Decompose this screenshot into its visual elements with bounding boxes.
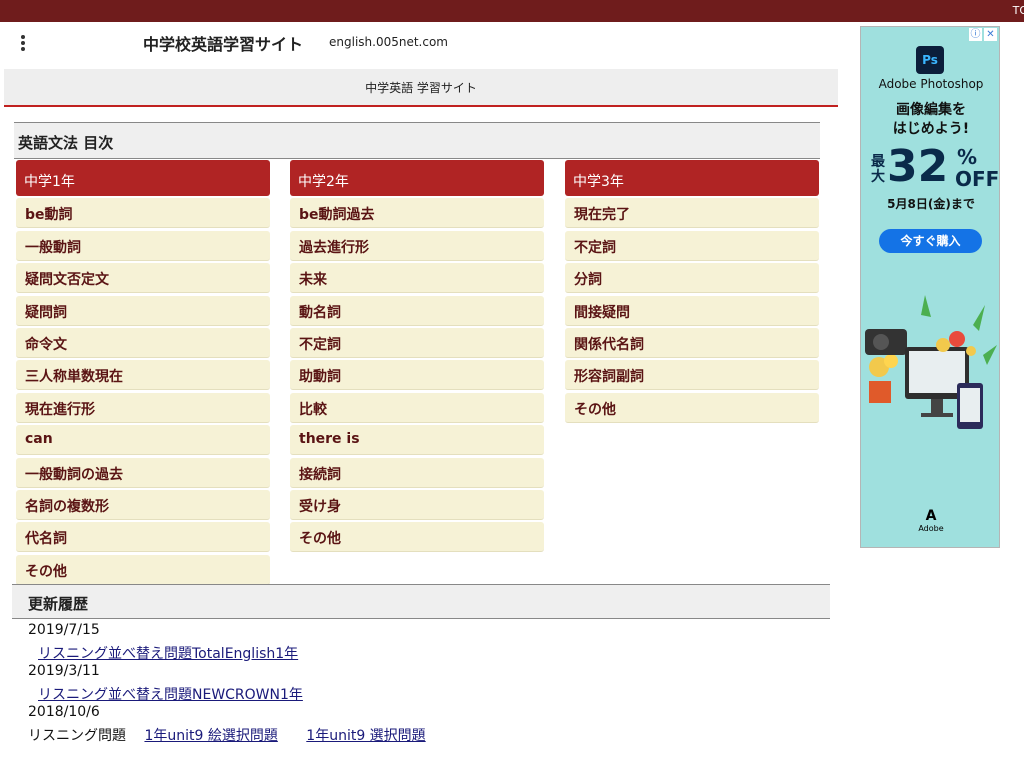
grammar-topic-link[interactable]: can: [16, 425, 270, 456]
grammar-topic-link[interactable]: 一般動詞の過去: [16, 457, 270, 488]
update-date: 2018/10/6: [28, 704, 100, 720]
grammar-topic-link[interactable]: 過去進行形: [290, 230, 544, 261]
ad-discount-percent: %: [957, 145, 978, 169]
grammar-topic-link[interactable]: 現在進行形: [16, 392, 270, 423]
photoshop-logo: Ps: [916, 46, 944, 74]
ad-discount: 最大 32 % OFF: [869, 141, 1000, 195]
ad-headline: 画像編集を はじめよう!: [892, 102, 970, 137]
grammar-topic-link[interactable]: その他: [290, 522, 544, 553]
grammar-topic-link[interactable]: 形容詞副詞: [565, 360, 819, 391]
grammar-topic-link[interactable]: その他: [565, 392, 819, 423]
grammar-topic-link[interactable]: 関係代名詞: [565, 327, 819, 358]
grammar-topic-link[interactable]: 代名詞: [16, 522, 270, 553]
advertisement[interactable]: ⓘ ✕ Ps Adobe Photoshop 画像編集を はじめよう! 最大 3…: [860, 26, 1000, 548]
update-date: 2019/3/11: [28, 663, 100, 679]
update-link[interactable]: 1年unit9 選択問題: [306, 728, 425, 744]
grammar-topic-link[interactable]: 不定詞: [290, 327, 544, 358]
top-bar: TO: [0, 0, 1024, 22]
grammar-topic-link[interactable]: 命令文: [16, 327, 270, 358]
grammar-topic-link[interactable]: 間接疑問: [565, 295, 819, 326]
site-header: 中学校英語学習サイト english.005net.com: [0, 22, 842, 64]
ad-discount-prefix: 最大: [871, 154, 885, 185]
grammar-topic-link[interactable]: 助動詞: [290, 360, 544, 391]
grade-header: 中学3年: [565, 160, 819, 196]
grade-header: 中学1年: [16, 160, 270, 196]
info-icon[interactable]: ⓘ: [969, 28, 982, 41]
grammar-topic-link[interactable]: 未来: [290, 263, 544, 294]
top-link[interactable]: TO: [1013, 4, 1024, 17]
grade-1-column: 中学1年 be動詞 一般動詞 疑問文否定文 疑問詞 命令文 三人称単数現在 現在進行形 can 一…: [16, 160, 270, 585]
ad-buy-button[interactable]: 今すぐ購入: [879, 229, 982, 253]
close-icon[interactable]: ✕: [984, 28, 997, 41]
grammar-topic-link[interactable]: 接続詞: [290, 457, 544, 488]
site-url: english.005net.com: [329, 35, 448, 49]
update-label: リスニング問題: [28, 727, 126, 744]
grammar-topic-link[interactable]: 疑問詞: [16, 295, 270, 326]
ad-deadline: 5月8日(金)まで: [887, 197, 975, 211]
grammar-topic-link[interactable]: 現在完了: [565, 198, 819, 229]
update-link[interactable]: 1年unit9 絵選択問題: [144, 728, 277, 744]
ad-product-name: Adobe Photoshop: [878, 77, 984, 91]
grammar-index-heading: 英語文法 目次: [14, 122, 820, 159]
site-title[interactable]: 中学校英語学習サイト: [143, 31, 303, 55]
grammar-topic-link[interactable]: there is: [290, 425, 544, 456]
grammar-topic-link[interactable]: be動詞過去: [290, 198, 544, 229]
grammar-topic-link[interactable]: 疑問文否定文: [16, 263, 270, 294]
grammar-topic-link[interactable]: be動詞: [16, 198, 270, 229]
sub-header-text[interactable]: 中学英語 学習サイト: [365, 79, 477, 96]
grammar-topic-link[interactable]: その他: [16, 554, 270, 585]
grammar-topic-link[interactable]: 名詞の複数形: [16, 489, 270, 520]
adobe-icon: A: [925, 508, 937, 524]
update-link[interactable]: リスニング並べ替え問題TotalEnglish1年: [38, 646, 298, 662]
sub-header: 中学英語 学習サイト: [4, 69, 838, 107]
grammar-topic-link[interactable]: 三人称単数現在: [16, 360, 270, 391]
grammar-topic-link[interactable]: 受け身: [290, 489, 544, 520]
ad-discount-off: OFF: [955, 167, 1000, 191]
ad-illustration: [865, 295, 997, 429]
grammar-topic-link[interactable]: 分詞: [565, 263, 819, 294]
update-link[interactable]: リスニング並べ替え問題NEWCROWN1年: [38, 687, 303, 703]
grade-3-column: 中学3年 現在完了 不定詞 分詞 間接疑問 関係代名詞 形容詞副詞 その他: [565, 160, 819, 423]
pot-icon: [869, 381, 891, 403]
grade-header: 中学2年: [290, 160, 544, 196]
grade-2-column: 中学2年 be動詞過去 過去進行形 未来 動名詞 不定詞 助動詞 比較 there is 接続詞受…: [290, 160, 544, 553]
adobe-logo: A Adobe: [918, 508, 944, 533]
update-history-list: 2019/7/15 リスニング並べ替え問題TotalEnglish1年 2019…: [28, 622, 450, 745]
grammar-topic-link[interactable]: 不定詞: [565, 230, 819, 261]
update-history-heading: 更新履歴: [12, 584, 830, 619]
ad-discount-number: 32: [887, 141, 949, 192]
grammar-topic-link[interactable]: 動名詞: [290, 295, 544, 326]
grammar-topic-link[interactable]: 比較: [290, 392, 544, 423]
grammar-topic-link[interactable]: 一般動詞: [16, 230, 270, 261]
update-date: 2019/7/15: [28, 622, 100, 638]
more-vert-icon[interactable]: [16, 32, 30, 54]
